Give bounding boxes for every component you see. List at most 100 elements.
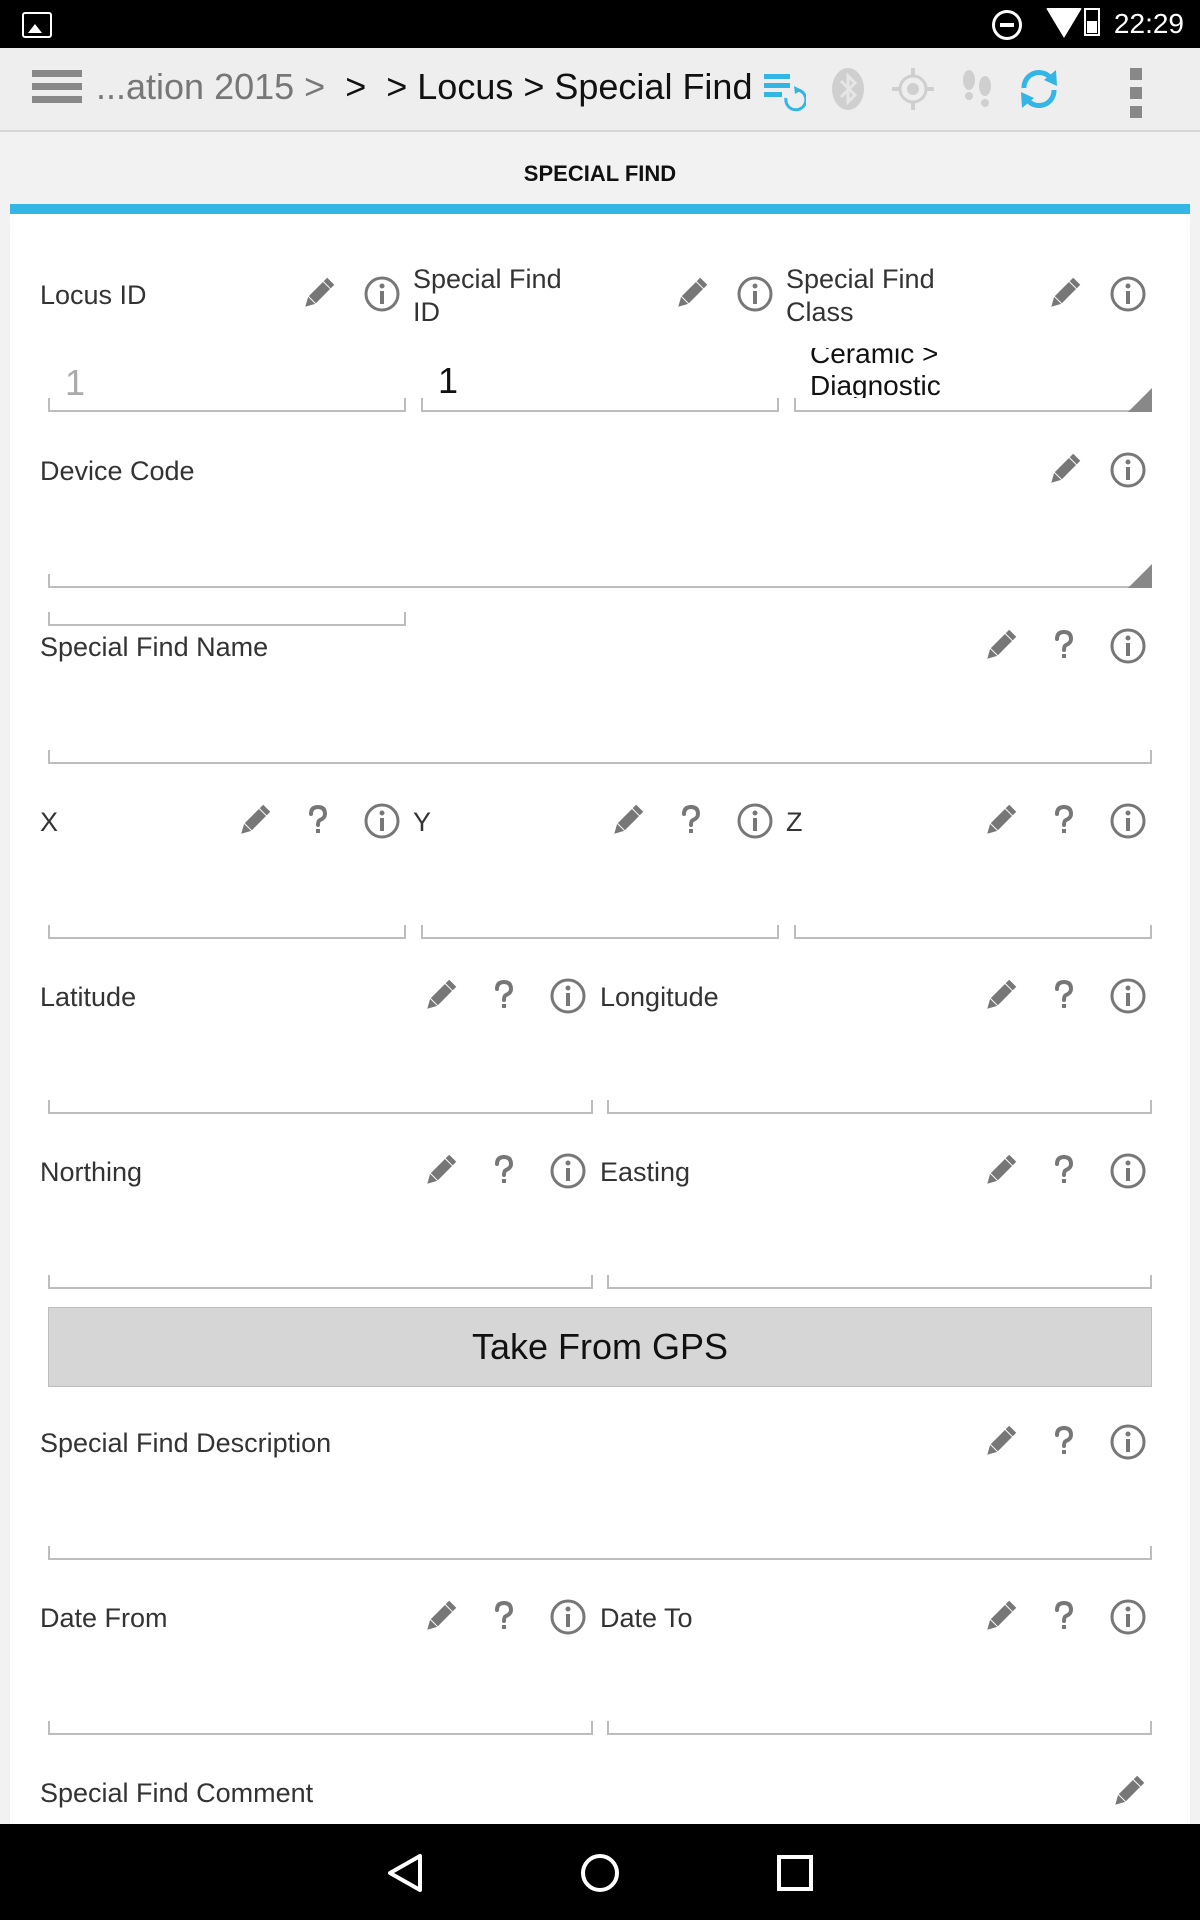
action-bar: ...ation 2015 > > > Locus > Special Find bbox=[0, 48, 1200, 132]
locus-id-label: Locus ID bbox=[40, 280, 147, 310]
pencil-icon[interactable] bbox=[1044, 450, 1084, 490]
latitude-field[interactable] bbox=[48, 1100, 593, 1114]
back-icon[interactable] bbox=[380, 1848, 430, 1898]
info-icon[interactable] bbox=[548, 1597, 588, 1637]
info-icon[interactable] bbox=[1108, 450, 1148, 490]
special-find-class-value-2: Diagnostic bbox=[810, 370, 941, 398]
info-icon[interactable] bbox=[1108, 1422, 1148, 1462]
description-label: Special Find Description bbox=[40, 1428, 332, 1458]
x-label: X bbox=[40, 807, 59, 837]
special-find-id-value: 1 bbox=[438, 360, 459, 401]
longitude-label: Longitude bbox=[600, 982, 719, 1012]
pencil-icon[interactable] bbox=[1044, 274, 1084, 314]
info-icon[interactable] bbox=[735, 801, 775, 841]
z-field[interactable] bbox=[794, 925, 1152, 939]
pencil-icon[interactable] bbox=[671, 274, 711, 314]
breadcrumb-start[interactable]: ...ation 2015 > bbox=[96, 66, 325, 107]
tab-title: SPECIAL FIND bbox=[523, 161, 677, 186]
recents-icon[interactable] bbox=[770, 1848, 820, 1898]
info-icon[interactable] bbox=[548, 976, 588, 1016]
pencil-icon[interactable] bbox=[420, 976, 460, 1016]
info-icon[interactable] bbox=[1108, 1597, 1148, 1637]
help-icon[interactable] bbox=[1044, 1422, 1084, 1462]
tracklog-footsteps-icon[interactable] bbox=[954, 66, 1000, 112]
tab-indicator bbox=[10, 204, 1190, 214]
pencil-icon[interactable] bbox=[980, 1422, 1020, 1462]
date-from-field[interactable] bbox=[48, 1721, 593, 1735]
breadcrumb-end[interactable]: > Locus > Special Find bbox=[386, 66, 752, 107]
pencil-icon[interactable] bbox=[980, 976, 1020, 1016]
northing-field[interactable] bbox=[48, 1275, 593, 1289]
home-icon[interactable] bbox=[575, 1848, 625, 1898]
help-icon[interactable] bbox=[298, 801, 338, 841]
info-icon[interactable] bbox=[735, 274, 775, 314]
special-find-id-label: Special Find ID bbox=[413, 264, 562, 327]
comment-label: Special Find Comment bbox=[40, 1778, 314, 1808]
x-field[interactable] bbox=[48, 925, 406, 939]
info-icon[interactable] bbox=[548, 1151, 588, 1191]
device-code-dropdown[interactable] bbox=[48, 574, 1152, 588]
help-icon[interactable] bbox=[1044, 1151, 1084, 1191]
status-bar: 22:29 bbox=[0, 0, 1200, 48]
latitude-label: Latitude bbox=[40, 982, 137, 1012]
form-panel: Locus ID Special Find ID Special Find Cl… bbox=[10, 214, 1190, 1824]
help-icon[interactable] bbox=[1044, 1597, 1084, 1637]
info-icon[interactable] bbox=[1108, 976, 1148, 1016]
special-find-class-label: Special Find Class bbox=[786, 264, 935, 327]
help-icon[interactable] bbox=[484, 976, 524, 1016]
pencil-icon[interactable] bbox=[234, 801, 274, 841]
gps-icon[interactable] bbox=[890, 66, 936, 112]
battery-icon bbox=[1084, 8, 1100, 36]
pencil-icon[interactable] bbox=[980, 1597, 1020, 1637]
help-icon[interactable] bbox=[484, 1597, 524, 1637]
date-to-label: Date To bbox=[600, 1603, 693, 1633]
pencil-icon[interactable] bbox=[980, 1151, 1020, 1191]
overflow-menu-icon[interactable] bbox=[1130, 68, 1142, 118]
help-icon[interactable] bbox=[1044, 626, 1084, 666]
breadcrumb-middle[interactable]: > bbox=[345, 66, 366, 107]
longitude-field[interactable] bbox=[607, 1100, 1152, 1114]
info-icon[interactable] bbox=[362, 801, 402, 841]
special-find-class-dropdown[interactable]: Ceramic > Diagnostic bbox=[810, 348, 1140, 398]
pencil-icon[interactable] bbox=[980, 626, 1020, 666]
y-field[interactable] bbox=[421, 925, 779, 939]
special-find-name-label: Special Find Name bbox=[40, 632, 269, 662]
info-icon[interactable] bbox=[1108, 626, 1148, 666]
info-icon[interactable] bbox=[1108, 274, 1148, 314]
special-find-name-field[interactable] bbox=[48, 750, 1152, 764]
y-label: Y bbox=[413, 807, 432, 837]
do-not-disturb-icon bbox=[992, 10, 1022, 40]
northing-label: Northing bbox=[40, 1157, 143, 1187]
info-icon[interactable] bbox=[1108, 1151, 1148, 1191]
pencil-icon[interactable] bbox=[420, 1151, 460, 1191]
help-icon[interactable] bbox=[1044, 976, 1084, 1016]
navigation-bar bbox=[0, 1824, 1200, 1920]
status-time: 22:29 bbox=[1113, 8, 1184, 39]
dropdown-arrow-icon[interactable] bbox=[1128, 388, 1152, 412]
sync-database-icon[interactable] bbox=[760, 66, 806, 112]
description-field[interactable] bbox=[48, 1546, 1152, 1560]
easting-label: Easting bbox=[600, 1157, 691, 1187]
refresh-icon[interactable] bbox=[1016, 66, 1062, 112]
pencil-icon[interactable] bbox=[420, 1597, 460, 1637]
special-find-id-field[interactable] bbox=[421, 398, 779, 412]
info-icon[interactable] bbox=[1108, 801, 1148, 841]
gallery-notification-icon bbox=[22, 12, 52, 38]
dropdown-arrow-icon[interactable] bbox=[1128, 564, 1152, 588]
help-icon[interactable] bbox=[1044, 801, 1084, 841]
pencil-icon[interactable] bbox=[1108, 1772, 1148, 1812]
menu-icon[interactable] bbox=[32, 70, 82, 110]
pencil-icon[interactable] bbox=[298, 274, 338, 314]
breadcrumb[interactable]: ...ation 2015 > > > Locus > Special Find bbox=[96, 66, 752, 108]
pencil-icon[interactable] bbox=[980, 801, 1020, 841]
pencil-icon[interactable] bbox=[607, 801, 647, 841]
easting-field[interactable] bbox=[607, 1275, 1152, 1289]
locus-id-field[interactable] bbox=[48, 398, 406, 412]
info-icon[interactable] bbox=[362, 274, 402, 314]
help-icon[interactable] bbox=[484, 1151, 524, 1191]
help-icon[interactable] bbox=[671, 801, 711, 841]
take-from-gps-button[interactable]: Take From GPS bbox=[48, 1307, 1152, 1387]
bluetooth-icon[interactable] bbox=[825, 66, 871, 112]
date-to-field[interactable] bbox=[607, 1721, 1152, 1735]
wifi-icon bbox=[1046, 8, 1082, 38]
